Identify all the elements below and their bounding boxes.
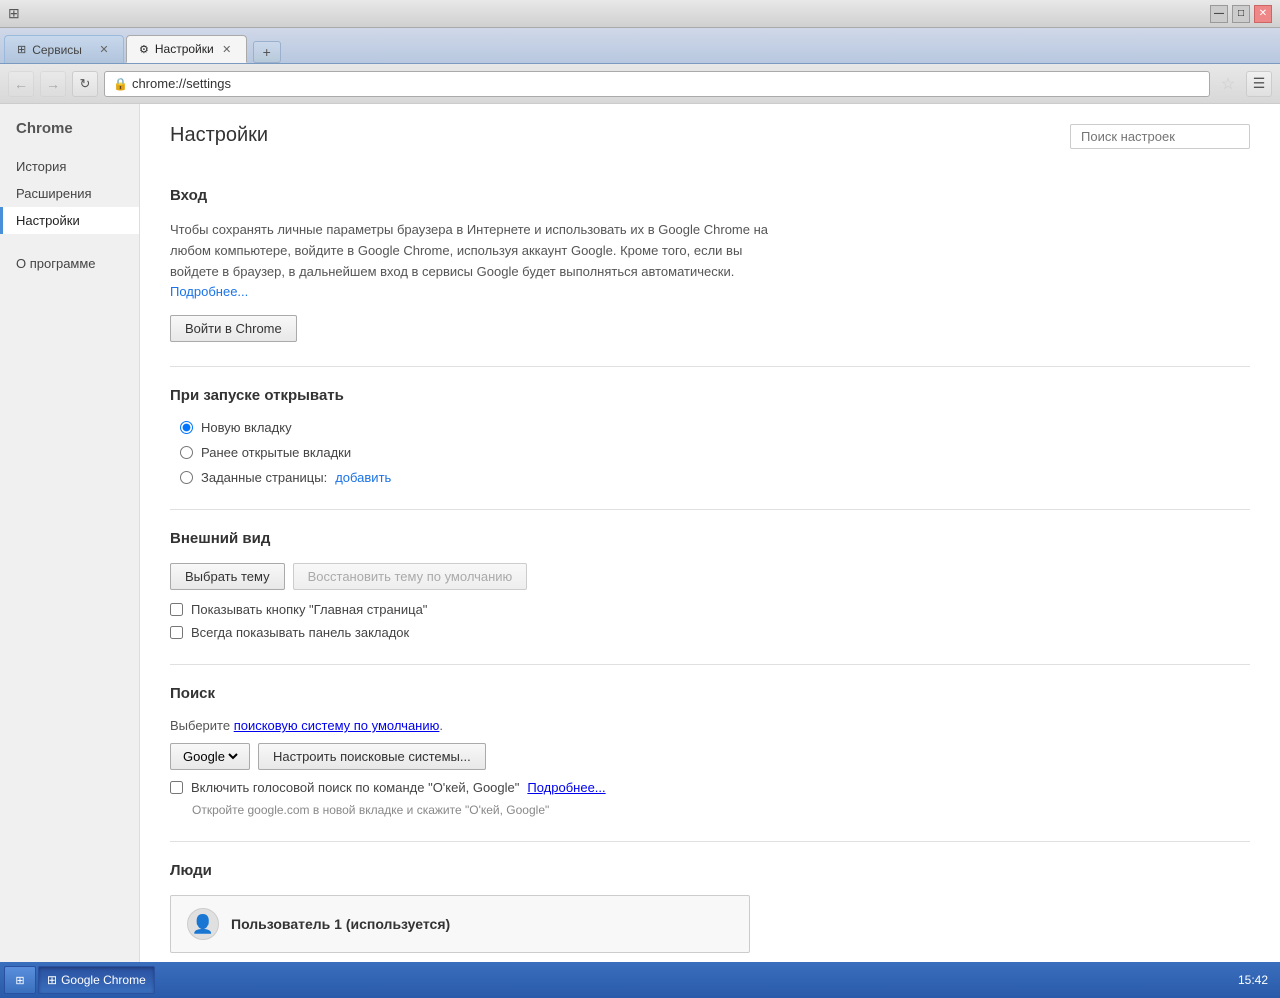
configure-search-button[interactable]: Настроить поисковые системы... bbox=[258, 743, 486, 770]
search-engine-row: Google Настроить поисковые системы... bbox=[170, 743, 1250, 770]
voice-search-label[interactable]: Включить голосовой поиск по команде "О'к… bbox=[191, 780, 519, 795]
tab-services-close[interactable]: ✕ bbox=[97, 43, 111, 57]
minimize-button[interactable]: — bbox=[1210, 5, 1228, 23]
section-search: Поиск Выберите поисковую систему по умол… bbox=[170, 685, 1250, 817]
sidebar-brand: Chrome bbox=[0, 120, 139, 153]
page-title: Настройки bbox=[170, 124, 268, 147]
appearance-title: Внешний вид bbox=[170, 530, 1250, 551]
search-title: Поиск bbox=[170, 685, 1250, 706]
search-desc: Выберите поисковую систему по умолчанию. bbox=[170, 718, 1250, 733]
taskbar-clock: 15:42 bbox=[1230, 973, 1276, 987]
section-appearance: Внешний вид Выбрать тему Восстановить те… bbox=[170, 530, 1250, 640]
divider-4 bbox=[170, 841, 1250, 842]
divider-3 bbox=[170, 664, 1250, 665]
startup-radio-pages[interactable] bbox=[180, 471, 193, 484]
section-startup: При запуске открывать Новую вкладку Ране… bbox=[170, 387, 1250, 485]
taskbar-start-button[interactable]: ⊞ bbox=[4, 966, 36, 994]
title-bar-controls: — □ ✕ bbox=[1210, 5, 1272, 23]
address-text: chrome://settings bbox=[132, 76, 231, 91]
tab-settings[interactable]: ⚙ Настройки ✕ bbox=[126, 35, 247, 63]
startup-radio-restore[interactable] bbox=[180, 446, 193, 459]
signin-title: Вход bbox=[170, 187, 1250, 208]
back-button[interactable]: ← bbox=[8, 71, 34, 97]
startup-option-pages: Заданные страницы: добавить bbox=[180, 470, 1250, 485]
show-bookmarks-row: Всегда показывать панель закладок bbox=[170, 625, 1250, 640]
startup-add-link[interactable]: добавить bbox=[335, 470, 391, 485]
startup-title: При запуске открывать bbox=[170, 387, 1250, 408]
forward-button[interactable]: → bbox=[40, 71, 66, 97]
tab-services-icon: ⊞ bbox=[17, 43, 26, 56]
sidebar-item-history[interactable]: История bbox=[0, 153, 139, 180]
address-bar[interactable]: 🔒 chrome://settings bbox=[104, 71, 1210, 97]
voice-search-link[interactable]: Подробнее... bbox=[527, 780, 605, 795]
sidebar-item-extensions[interactable]: Расширения bbox=[0, 180, 139, 207]
startup-radio-new-tab[interactable] bbox=[180, 421, 193, 434]
user-avatar: 👤 bbox=[187, 908, 219, 940]
choose-theme-button[interactable]: Выбрать тему bbox=[170, 563, 285, 590]
tab-bar: ⊞ Сервисы ✕ ⚙ Настройки ✕ + bbox=[0, 28, 1280, 64]
show-bookmarks-label[interactable]: Всегда показывать панель закладок bbox=[191, 625, 409, 640]
divider-1 bbox=[170, 366, 1250, 367]
taskbar-chrome-icon: ⊞ bbox=[47, 973, 57, 987]
taskbar-chrome-label: Google Chrome bbox=[61, 973, 146, 987]
show-home-btn-row: Показывать кнопку "Главная страница" bbox=[170, 602, 1250, 617]
show-bookmarks-checkbox[interactable] bbox=[170, 626, 183, 639]
address-icon: 🔒 bbox=[113, 77, 128, 91]
user-name: Пользователь 1 (используется) bbox=[231, 916, 450, 932]
settings-button[interactable]: ☰ bbox=[1246, 71, 1272, 97]
tab-settings-close[interactable]: ✕ bbox=[220, 42, 234, 56]
content-area: Настройки Вход Чтобы сохранять личные па… bbox=[140, 104, 1280, 962]
new-tab-area: + bbox=[247, 41, 1276, 63]
show-home-button-label[interactable]: Показывать кнопку "Главная страница" bbox=[191, 602, 427, 617]
section-people: Люди 👤 Пользователь 1 (используется) Раз… bbox=[170, 862, 1250, 962]
refresh-button[interactable]: ↻ bbox=[72, 71, 98, 97]
sidebar-item-settings[interactable]: Настройки bbox=[0, 207, 139, 234]
section-signin: Вход Чтобы сохранять личные параметры бр… bbox=[170, 187, 1250, 342]
maximize-button[interactable]: □ bbox=[1232, 5, 1250, 23]
restore-theme-button: Восстановить тему по умолчанию bbox=[293, 563, 528, 590]
startup-options: Новую вкладку Ранее открытые вкладки Зад… bbox=[180, 420, 1250, 485]
signin-description: Чтобы сохранять личные параметры браузер… bbox=[170, 220, 770, 303]
default-search-link[interactable]: поисковую систему по умолчанию bbox=[234, 718, 440, 733]
show-home-button-checkbox[interactable] bbox=[170, 603, 183, 616]
people-title: Люди bbox=[170, 862, 1250, 883]
title-bar: ⊞ — □ ✕ bbox=[0, 0, 1280, 28]
new-tab-button[interactable]: + bbox=[253, 41, 281, 63]
user-card: 👤 Пользователь 1 (используется) bbox=[170, 895, 750, 953]
settings-search-input[interactable] bbox=[1070, 124, 1250, 149]
voice-search-checkbox[interactable] bbox=[170, 781, 183, 794]
search-engine-dropdown[interactable]: Google bbox=[170, 743, 250, 770]
startup-option-restore[interactable]: Ранее открытые вкладки bbox=[180, 445, 1250, 460]
tab-settings-icon: ⚙ bbox=[139, 43, 149, 56]
bookmark-star[interactable]: ☆ bbox=[1216, 71, 1240, 97]
voice-search-hint: Откройте google.com в новой вкладке и ск… bbox=[192, 803, 1250, 817]
signin-learn-more-link[interactable]: Подробнее... bbox=[170, 284, 248, 299]
theme-buttons: Выбрать тему Восстановить тему по умолча… bbox=[170, 563, 1250, 590]
signin-button[interactable]: Войти в Chrome bbox=[170, 315, 297, 342]
taskbar-chrome-item[interactable]: ⊞ Google Chrome bbox=[38, 966, 155, 994]
voice-search-row: Включить голосовой поиск по команде "О'к… bbox=[170, 780, 1250, 795]
taskbar: ⊞ ⊞ Google Chrome 15:42 bbox=[0, 962, 1280, 998]
main-area: Chrome История Расширения Настройки О пр… bbox=[0, 104, 1280, 962]
tab-services-label: Сервисы bbox=[32, 43, 82, 57]
sidebar-item-about[interactable]: О программе bbox=[0, 250, 139, 277]
startup-option-new-tab[interactable]: Новую вкладку bbox=[180, 420, 1250, 435]
browser-frame: ⊞ — □ ✕ ⊞ Сервисы ✕ ⚙ Настройки ✕ + ← → … bbox=[0, 0, 1280, 998]
sidebar: Chrome История Расширения Настройки О пр… bbox=[0, 104, 140, 962]
divider-2 bbox=[170, 509, 1250, 510]
tab-services[interactable]: ⊞ Сервисы ✕ bbox=[4, 35, 124, 63]
title-bar-icon: ⊞ bbox=[8, 5, 20, 22]
search-engine-select[interactable]: Google bbox=[179, 748, 241, 765]
close-button[interactable]: ✕ bbox=[1254, 5, 1272, 23]
nav-bar: ← → ↻ 🔒 chrome://settings ☆ ☰ bbox=[0, 64, 1280, 104]
tab-settings-label: Настройки bbox=[155, 42, 214, 56]
